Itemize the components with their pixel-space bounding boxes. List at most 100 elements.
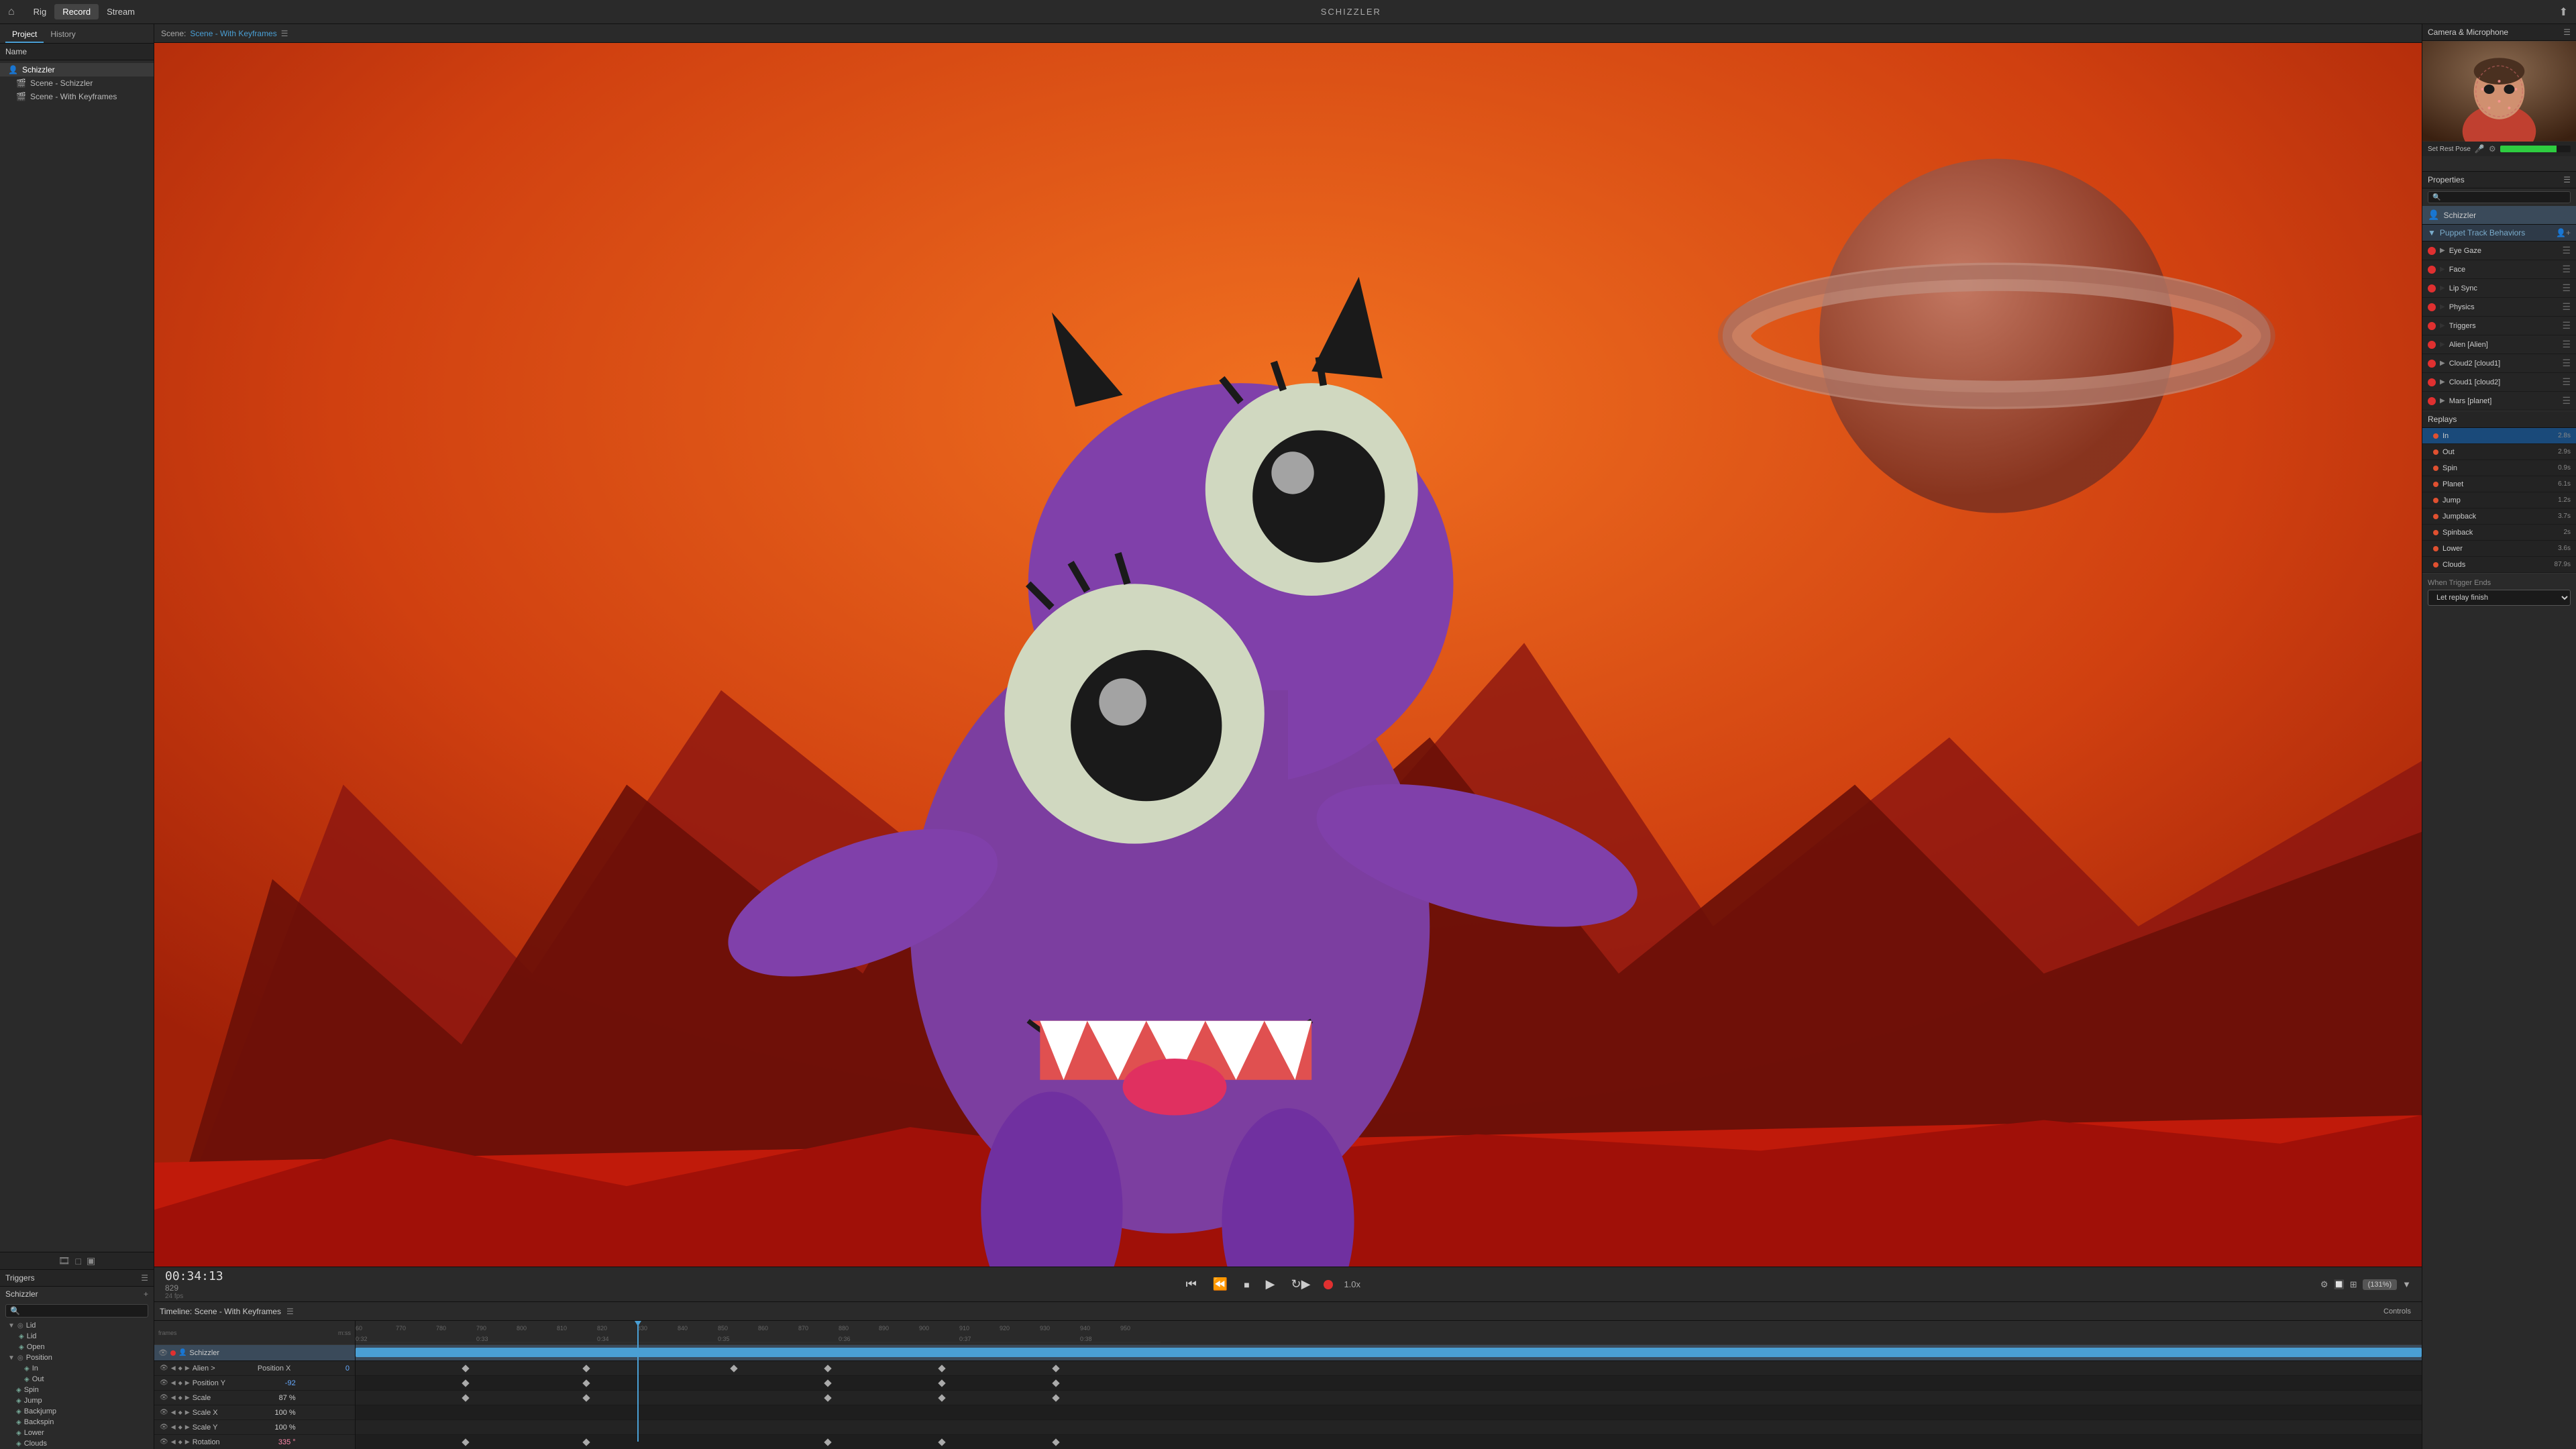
- add-trigger-button[interactable]: +: [144, 1289, 148, 1299]
- behavior-toggle-triggers[interactable]: [2428, 322, 2436, 330]
- track-nav-next-2[interactable]: ▶: [185, 1379, 190, 1387]
- behavior-expand-eye-gaze[interactable]: ▶: [2440, 247, 2445, 254]
- replay-item-lower[interactable]: Lower 3.6s: [2422, 541, 2576, 557]
- crop-icon[interactable]: ⊞: [2350, 1279, 2357, 1290]
- behavior-menu-triggers[interactable]: ☰: [2562, 320, 2571, 331]
- playhead-line[interactable]: [637, 1321, 639, 1442]
- behavior-triggers[interactable]: ▶ Triggers ☰: [2422, 317, 2576, 335]
- behavior-toggle-cloud1[interactable]: [2428, 378, 2436, 386]
- behavior-mars[interactable]: ▶ Mars [planet] ☰: [2422, 392, 2576, 411]
- collapse-behavior-icon[interactable]: ▼: [2428, 228, 2436, 237]
- tree-item-jump[interactable]: ◈ Jump: [5, 1395, 154, 1406]
- when-trigger-ends-dropdown[interactable]: Let replay finish Stop immediately Loop: [2428, 590, 2571, 606]
- track-nav-diamond-3[interactable]: ◆: [178, 1395, 182, 1401]
- behavior-toggle-eye-gaze[interactable]: [2428, 247, 2436, 255]
- trigger-search-input[interactable]: [23, 1307, 144, 1315]
- behavior-lip-sync[interactable]: ▶ Lip Sync ☰: [2422, 279, 2576, 298]
- export-icon[interactable]: ⬆: [2559, 5, 2568, 19]
- track-nav-diamond-2[interactable]: ◆: [178, 1380, 182, 1386]
- track-nav-next-4[interactable]: ▶: [185, 1409, 190, 1416]
- behavior-expand-cloud2[interactable]: ▶: [2440, 360, 2445, 367]
- menu-record[interactable]: Record: [54, 4, 99, 19]
- replay-item-clouds[interactable]: Clouds 87.9s: [2422, 557, 2576, 573]
- behavior-toggle-cloud2[interactable]: [2428, 360, 2436, 368]
- project-item-schizzler[interactable]: 👤 Schizzler: [0, 63, 154, 76]
- layer-icon[interactable]: □: [76, 1256, 81, 1267]
- stop-button[interactable]: ■: [1241, 1277, 1252, 1293]
- behavior-cloud1[interactable]: ▶ Cloud1 [cloud2] ☰: [2422, 373, 2576, 392]
- track-vis-icon-4[interactable]: 👁: [160, 1409, 168, 1416]
- tree-item-position-group[interactable]: ▼ ◎ Position: [5, 1352, 154, 1363]
- tree-item-lid[interactable]: ◈ Lid: [5, 1331, 154, 1342]
- track-nav-prev-6[interactable]: ◀: [171, 1438, 176, 1446]
- tree-item-backspin[interactable]: ◈ Backspin: [5, 1417, 154, 1428]
- tree-item-spin[interactable]: ◈ Spin: [5, 1385, 154, 1395]
- behavior-eye-gaze[interactable]: ▶ Eye Gaze ☰: [2422, 241, 2576, 260]
- track-nav-prev-3[interactable]: ◀: [171, 1394, 176, 1401]
- set-rest-pose-button[interactable]: Set Rest Pose: [2428, 146, 2471, 153]
- behavior-toggle-lip-sync[interactable]: [2428, 284, 2436, 292]
- behavior-menu-physics[interactable]: ☰: [2562, 301, 2571, 313]
- track-nav-prev-2[interactable]: ◀: [171, 1379, 176, 1387]
- tree-item-in[interactable]: ◈ In: [5, 1363, 154, 1374]
- tree-item-backjump[interactable]: ◈ Backjump: [5, 1406, 154, 1417]
- track-vis-icon-6[interactable]: 👁: [160, 1438, 168, 1446]
- behavior-expand-cloud1[interactable]: ▶: [2440, 378, 2445, 386]
- behavior-menu-alien[interactable]: ☰: [2562, 339, 2571, 350]
- behavior-menu-lip-sync[interactable]: ☰: [2562, 282, 2571, 294]
- replay-item-jumpback[interactable]: Jumpback 3.7s: [2422, 508, 2576, 525]
- tree-item-lower[interactable]: ◈ Lower: [5, 1428, 154, 1438]
- behavior-menu-face[interactable]: ☰: [2562, 264, 2571, 275]
- track-eye-icon[interactable]: 👁: [158, 1348, 168, 1357]
- behavior-toggle-physics[interactable]: [2428, 303, 2436, 311]
- track-nav-prev[interactable]: ◀: [171, 1364, 176, 1372]
- properties-menu-icon[interactable]: ☰: [2563, 175, 2571, 184]
- tree-item-out[interactable]: ◈ Out: [5, 1374, 154, 1385]
- track-nav-prev-5[interactable]: ◀: [171, 1424, 176, 1431]
- project-item-scene-schizzler[interactable]: 🎬 Scene - Schizzler: [0, 76, 154, 90]
- track-nav-next[interactable]: ▶: [185, 1364, 190, 1372]
- add-behavior-icon[interactable]: 👤+: [2556, 228, 2571, 237]
- film-icon[interactable]: 🎞: [58, 1255, 70, 1267]
- behavior-expand-mars[interactable]: ▶: [2440, 397, 2445, 405]
- home-icon[interactable]: ⌂: [8, 6, 15, 18]
- tree-item-clouds[interactable]: ◈ Clouds: [5, 1438, 154, 1449]
- track-nav-diamond[interactable]: ◆: [178, 1365, 182, 1371]
- behavior-menu-eye-gaze[interactable]: ☰: [2562, 245, 2571, 256]
- behavior-cloud2[interactable]: ▶ Cloud2 [cloud1] ☰: [2422, 354, 2576, 373]
- behavior-toggle-alien[interactable]: [2428, 341, 2436, 349]
- track-vis-icon-3[interactable]: 👁: [160, 1394, 168, 1401]
- track-nav-diamond-6[interactable]: ◆: [178, 1439, 182, 1445]
- replay-item-spin[interactable]: Spin 0.9s: [2422, 460, 2576, 476]
- properties-search[interactable]: 🔍: [2428, 191, 2571, 203]
- timeline-controls-tab[interactable]: Controls: [2378, 1306, 2416, 1317]
- track-vis-icon-2[interactable]: 👁: [160, 1379, 168, 1387]
- menu-stream[interactable]: Stream: [99, 4, 143, 19]
- triggers-menu-icon[interactable]: ☰: [141, 1273, 148, 1283]
- track-nav-diamond-5[interactable]: ◆: [178, 1424, 182, 1430]
- behavior-physics[interactable]: ▶ Physics ☰: [2422, 298, 2576, 317]
- track-nav-next-5[interactable]: ▶: [185, 1424, 190, 1431]
- replay-item-planet[interactable]: Planet 6.1s: [2422, 476, 2576, 492]
- menu-rig[interactable]: Rig: [25, 4, 55, 19]
- track-nav-prev-4[interactable]: ◀: [171, 1409, 176, 1416]
- scene-name-link[interactable]: Scene - With Keyframes: [190, 29, 276, 38]
- behavior-toggle-face[interactable]: [2428, 266, 2436, 274]
- tab-history[interactable]: History: [44, 27, 82, 43]
- behavior-menu-mars[interactable]: ☰: [2562, 395, 2571, 407]
- go-to-start-button[interactable]: ⏮: [1183, 1275, 1199, 1294]
- behavior-menu-cloud1[interactable]: ☰: [2562, 376, 2571, 388]
- play-button[interactable]: ▶: [1263, 1275, 1278, 1294]
- record-button[interactable]: [1324, 1280, 1333, 1289]
- track-nav-next-6[interactable]: ▶: [185, 1438, 190, 1446]
- track-nav-next-3[interactable]: ▶: [185, 1394, 190, 1401]
- replay-item-spinback[interactable]: Spinback 2s: [2422, 525, 2576, 541]
- zoom-dropdown-button[interactable]: ▼: [2402, 1279, 2411, 1289]
- trigger-search-box[interactable]: 🔍: [5, 1304, 148, 1318]
- behavior-alien[interactable]: ▶ Alien [Alien] ☰: [2422, 335, 2576, 354]
- tree-item-lid-group[interactable]: ▼ ◎ Lid: [5, 1320, 154, 1331]
- play-loop-button[interactable]: ↻▶: [1289, 1275, 1313, 1294]
- replay-item-in[interactable]: In 2.8s: [2422, 428, 2576, 444]
- camera-settings-icon[interactable]: ⚙: [2489, 144, 2496, 154]
- properties-search-input[interactable]: [2443, 193, 2566, 201]
